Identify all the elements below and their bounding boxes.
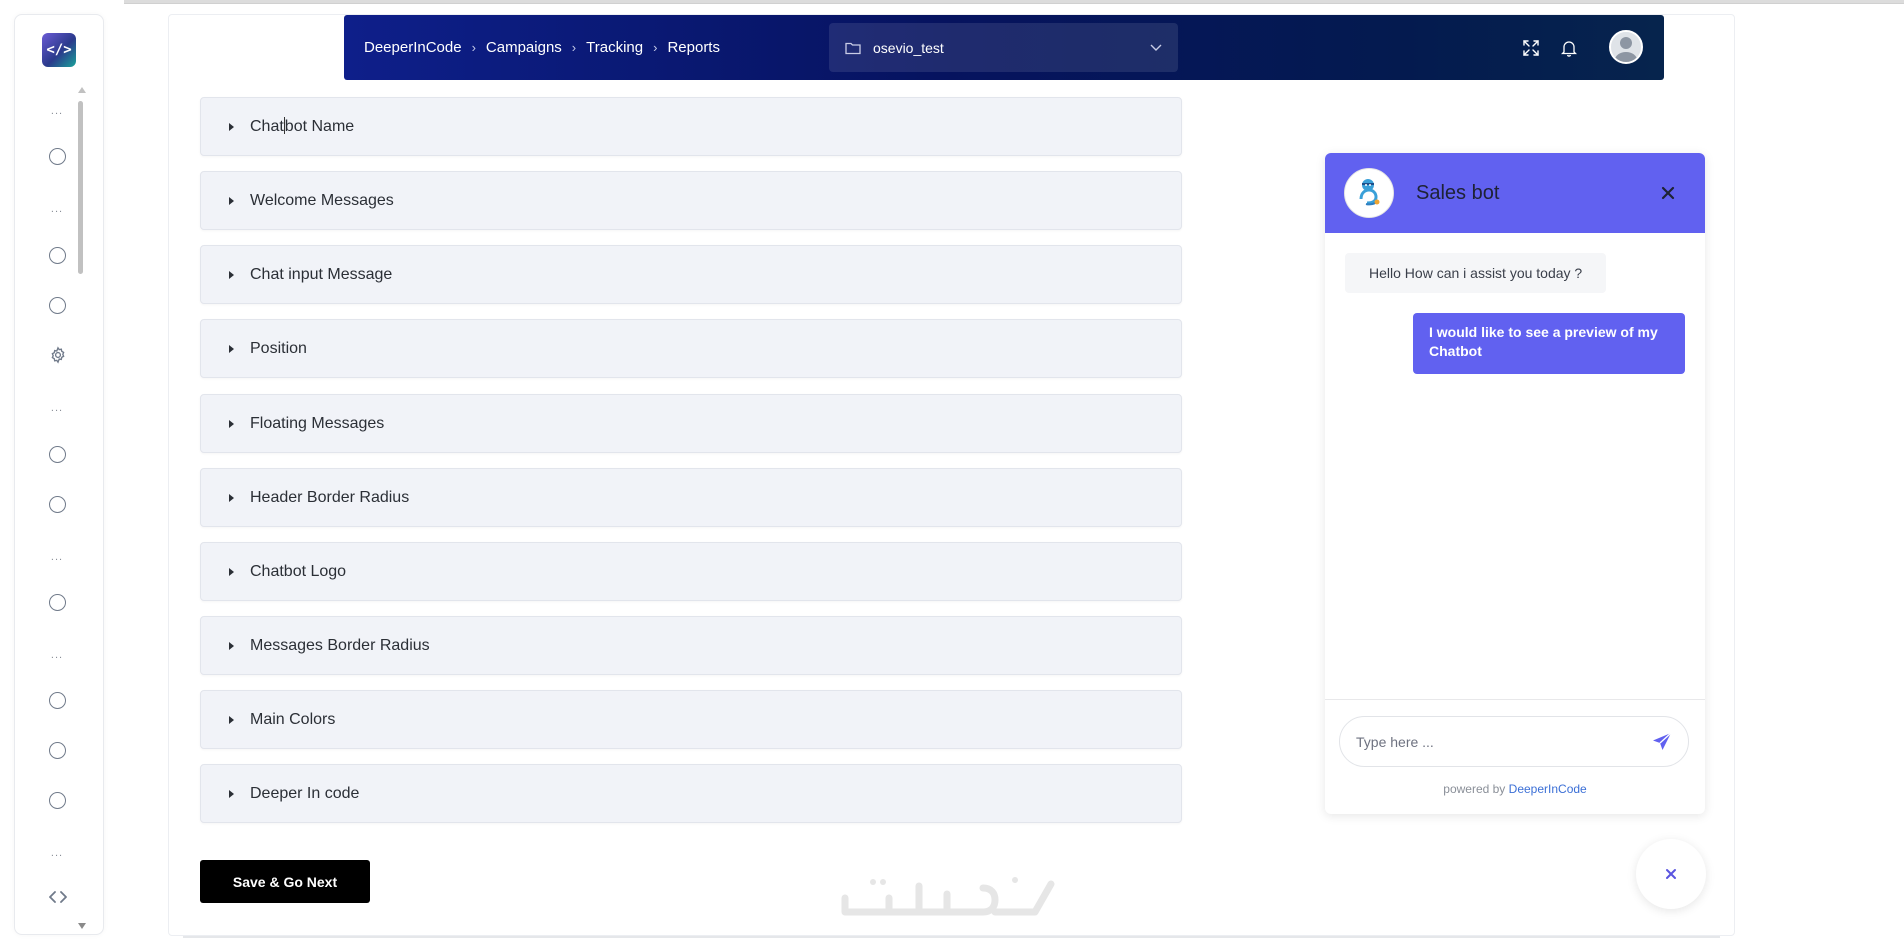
accordion-label: Deeper In code	[250, 784, 360, 802]
project-select-value: osevio_test	[873, 39, 944, 56]
top-navbar: DeeperInCode › Campaigns › Tracking › Re…	[344, 15, 1664, 80]
fullscreen-icon[interactable]	[1520, 37, 1542, 59]
accordion-label: Position	[250, 339, 307, 357]
sidebar-item-8-circle-icon[interactable]	[49, 742, 66, 759]
caret-right-icon	[229, 344, 234, 353]
sidebar-section-dots: ...	[50, 105, 64, 117]
accordion-chatbot-name[interactable]: Chatbot Name	[200, 97, 1182, 156]
scroll-up-arrow[interactable]	[78, 87, 86, 93]
caret-right-icon	[229, 493, 234, 502]
sidebar-item-5-circle-icon[interactable]	[49, 496, 66, 513]
save-and-next-button[interactable]: Save & Go Next	[200, 860, 370, 903]
caret-right-icon	[229, 641, 234, 650]
user-avatar[interactable]	[1609, 30, 1643, 64]
sidebar-section-dots: ...	[50, 203, 64, 215]
sidebar-section-dots: ...	[50, 402, 64, 414]
accordion-welcome-messages[interactable]: Welcome Messages	[200, 171, 1182, 230]
accordion-chatbot-logo[interactable]: Chatbot Logo	[200, 542, 1182, 601]
powered-by-brand-link[interactable]: DeeperInCode	[1509, 782, 1587, 796]
user-message: I would like to see a preview of my Chat…	[1413, 313, 1685, 374]
accordion-label: Header Border Radius	[250, 488, 410, 506]
sidebar-section-dots: ...	[50, 649, 64, 661]
accordion-floating-messages[interactable]: Floating Messages	[200, 394, 1182, 453]
accordion-label: Floating Messages	[250, 414, 385, 432]
sidebar-section-dots: ...	[50, 847, 64, 859]
accordion-label: Main Colors	[250, 710, 336, 728]
chatbot-logo-icon	[1344, 168, 1394, 218]
project-select[interactable]: osevio_test	[829, 23, 1178, 72]
accordion-deeper-in-code[interactable]: Deeper In code	[200, 764, 1182, 823]
top-strip	[124, 0, 1904, 4]
chat-message-input[interactable]	[1339, 716, 1689, 767]
chat-preview-widget: Sales bot Hello How can i assist you tod…	[1325, 153, 1705, 814]
bell-icon[interactable]	[1558, 37, 1580, 59]
breadcrumb-item-campaigns[interactable]: Campaigns	[486, 39, 562, 56]
chevron-right-icon: ›	[571, 40, 577, 55]
main-card-bottom-border	[183, 936, 1720, 938]
accordion-label: Chatbot Name	[250, 117, 355, 135]
caret-right-icon	[229, 789, 234, 798]
breadcrumb-item-tracking[interactable]: Tracking	[586, 39, 643, 56]
sidebar-section-dots: ...	[50, 551, 64, 563]
sidebar-item-6-circle-icon[interactable]	[49, 594, 66, 611]
caret-right-icon	[229, 419, 234, 428]
accordion-label: Welcome Messages	[250, 191, 394, 209]
accordion-chat-input-message[interactable]: Chat input Message	[200, 245, 1182, 304]
accordion-main-colors[interactable]: Main Colors	[200, 690, 1182, 749]
sidebar-item-2-circle-icon[interactable]	[49, 247, 66, 264]
sidebar-item-9-circle-icon[interactable]	[49, 792, 66, 809]
chat-header: Sales bot	[1325, 153, 1705, 233]
code-icon[interactable]	[48, 887, 68, 907]
accordion-position[interactable]: Position	[200, 319, 1182, 378]
breadcrumb: DeeperInCode › Campaigns › Tracking › Re…	[364, 15, 720, 80]
chat-launcher-button[interactable]	[1636, 839, 1706, 909]
chat-title: Sales bot	[1416, 181, 1500, 204]
powered-by-text: powered by DeeperInCode	[1443, 782, 1587, 796]
sidebar-item-1-circle-icon[interactable]	[49, 148, 66, 165]
folder-icon	[845, 41, 861, 55]
caret-right-icon	[229, 270, 234, 279]
sidebar: </> ... ... ... ... ... ...	[14, 14, 104, 935]
accordion-label: Messages Border Radius	[250, 636, 430, 654]
caret-right-icon	[229, 122, 234, 131]
sidebar-item-3-circle-icon[interactable]	[49, 297, 66, 314]
caret-right-icon	[229, 715, 234, 724]
chat-footer-divider	[1325, 699, 1705, 700]
accordion-label: Chatbot Logo	[250, 562, 347, 580]
gear-icon[interactable]	[48, 345, 68, 365]
caret-right-icon	[229, 196, 234, 205]
chevron-right-icon: ›	[471, 40, 476, 55]
send-icon[interactable]	[1651, 731, 1673, 753]
scroll-down-arrow[interactable]	[78, 923, 86, 929]
bot-message: Hello How can i assist you today ?	[1345, 253, 1607, 293]
close-icon	[1666, 869, 1676, 879]
breadcrumb-item-reports[interactable]: Reports	[667, 39, 720, 56]
chevron-right-icon: ›	[653, 40, 658, 55]
accordion-label: Chat input Message	[250, 265, 393, 283]
caret-right-icon	[229, 567, 234, 576]
watermark-logo	[837, 872, 1067, 924]
breadcrumb-item-deeperincode[interactable]: DeeperInCode	[364, 39, 462, 56]
close-icon[interactable]	[1660, 185, 1676, 201]
sidebar-item-4-circle-icon[interactable]	[49, 446, 66, 463]
sidebar-item-7-circle-icon[interactable]	[49, 692, 66, 709]
accordion-messages-border-radius[interactable]: Messages Border Radius	[200, 616, 1182, 675]
accordion-header-border-radius[interactable]: Header Border Radius	[200, 468, 1182, 527]
sidebar-scrollbar-thumb[interactable]	[78, 101, 83, 274]
logo-icon[interactable]: </>	[42, 33, 76, 67]
chevron-down-icon	[1150, 44, 1162, 52]
